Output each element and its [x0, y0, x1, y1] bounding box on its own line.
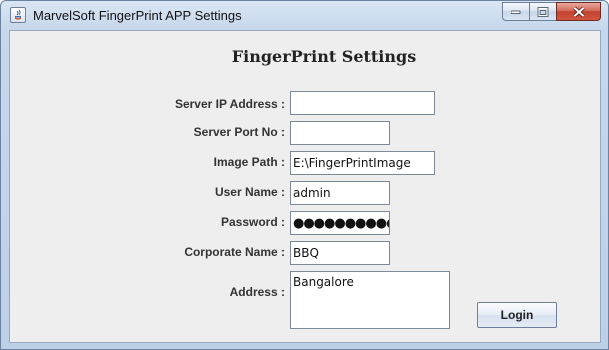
caption-buttons [502, 2, 601, 21]
minimize-button[interactable] [502, 2, 529, 21]
password-label: Password : [220, 215, 285, 229]
corporate-name-input[interactable]: BBQ [290, 241, 390, 265]
image-path-input[interactable]: E:\FingerPrintImage [290, 151, 435, 175]
server-port-label: Server Port No : [193, 125, 285, 139]
maximize-button[interactable] [529, 2, 556, 21]
close-button[interactable] [556, 2, 601, 21]
settings-panel: FingerPrint Settings Server IP Address :… [9, 30, 601, 343]
login-button[interactable]: Login [477, 302, 557, 328]
close-icon [572, 6, 585, 17]
page-title: FingerPrint Settings [231, 47, 417, 66]
address-label: Address : [229, 285, 285, 299]
window-title: MarvelSoft FingerPrint APP Settings [33, 8, 242, 23]
address-textarea[interactable]: Bangalore [290, 271, 450, 329]
server-port-input[interactable] [290, 121, 390, 145]
corporate-name-label: Corporate Name : [184, 245, 285, 259]
minimize-icon [511, 10, 521, 14]
image-path-label: Image Path : [213, 155, 285, 169]
server-ip-label: Server IP Address : [174, 97, 285, 111]
user-name-label: User Name : [214, 185, 285, 199]
user-name-input[interactable]: admin [290, 181, 390, 205]
password-input[interactable]: ●●●●●●●●●● [290, 211, 390, 235]
settings-window: MarvelSoft FingerPrint APP Settings Fing… [0, 0, 609, 350]
java-app-icon [10, 7, 26, 23]
server-ip-input[interactable] [290, 91, 435, 115]
title-bar[interactable]: MarvelSoft FingerPrint APP Settings [1, 1, 608, 30]
maximize-icon [537, 6, 549, 17]
